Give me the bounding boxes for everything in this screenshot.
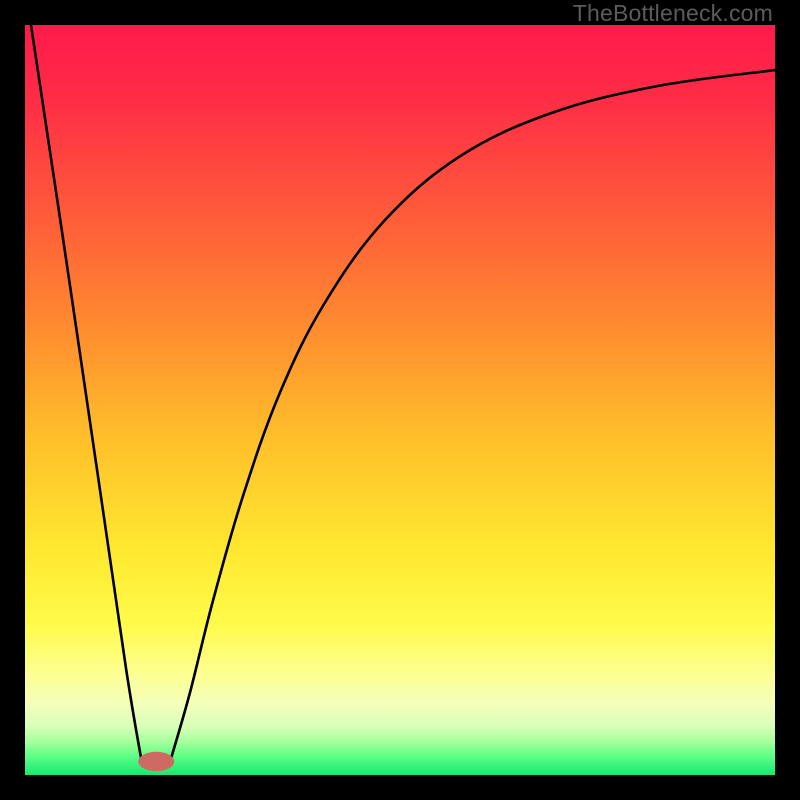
curve-right-branch	[171, 70, 775, 758]
plot-area	[25, 25, 775, 775]
bottleneck-marker	[138, 752, 174, 772]
curve-left-branch	[31, 25, 141, 759]
curve-layer	[25, 25, 775, 775]
chart-frame: TheBottleneck.com	[0, 0, 800, 800]
watermark-text: TheBottleneck.com	[573, 0, 773, 27]
